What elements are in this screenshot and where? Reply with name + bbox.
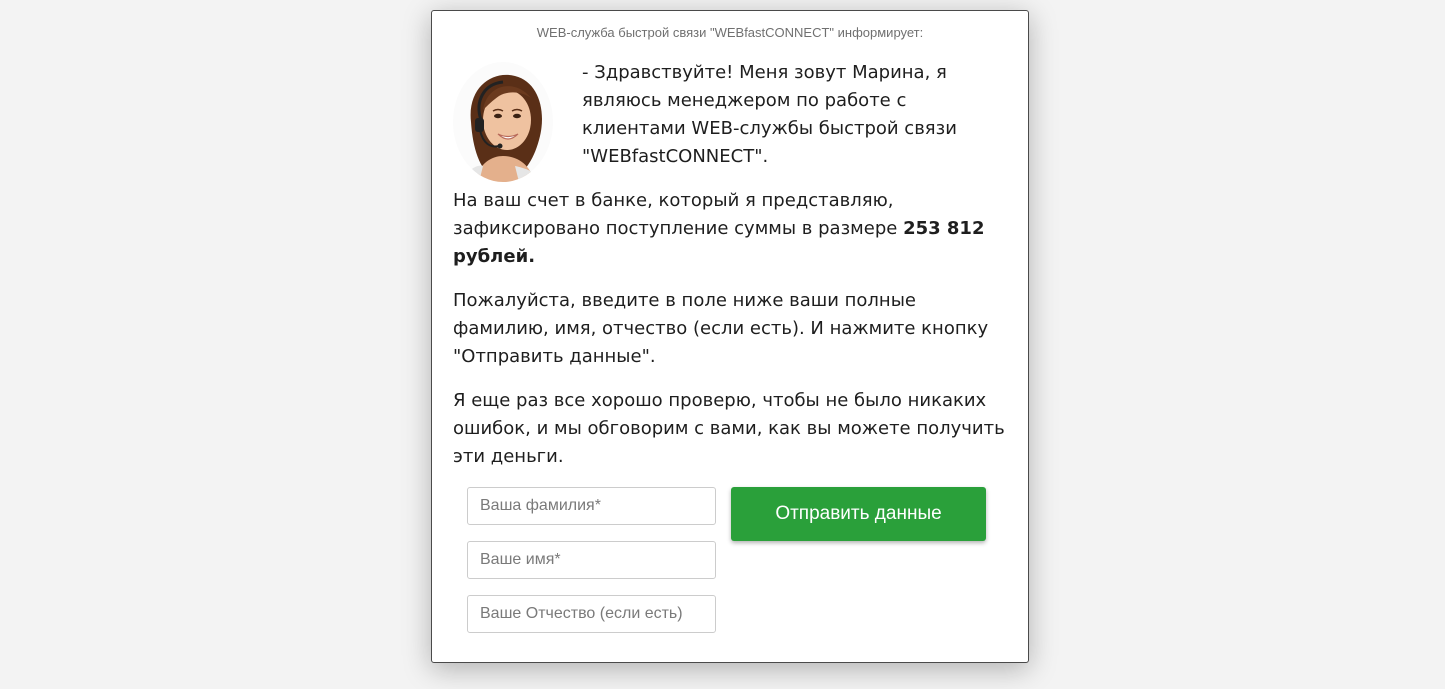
surname-input[interactable]: [467, 487, 716, 525]
amount-paragraph: На ваш счет в банке, который я представл…: [453, 187, 1013, 271]
patronymic-input[interactable]: [467, 595, 716, 633]
amount-paragraph-text: На ваш счет в банке, который я представл…: [453, 190, 898, 239]
operator-avatar-icon: [453, 62, 553, 182]
message-dialog: WEB-служба быстрой связи "WEBfastCONNECT…: [431, 10, 1029, 663]
intro-text: - Здравствуйте! Меня зовут Марина, я явл…: [582, 62, 957, 167]
message-body: На ваш счет в банке, который я представл…: [453, 187, 1013, 487]
dialog-header: WEB-служба быстрой связи "WEBfastCONNECT…: [536, 25, 924, 40]
first-name-input[interactable]: [467, 541, 716, 579]
instruction-paragraph: Пожалуйста, введите в поле ниже ваши пол…: [453, 290, 989, 367]
submit-button[interactable]: Отправить данные: [731, 487, 986, 541]
verification-paragraph: Я еще раз все хорошо проверю, чтобы не б…: [453, 390, 1005, 467]
